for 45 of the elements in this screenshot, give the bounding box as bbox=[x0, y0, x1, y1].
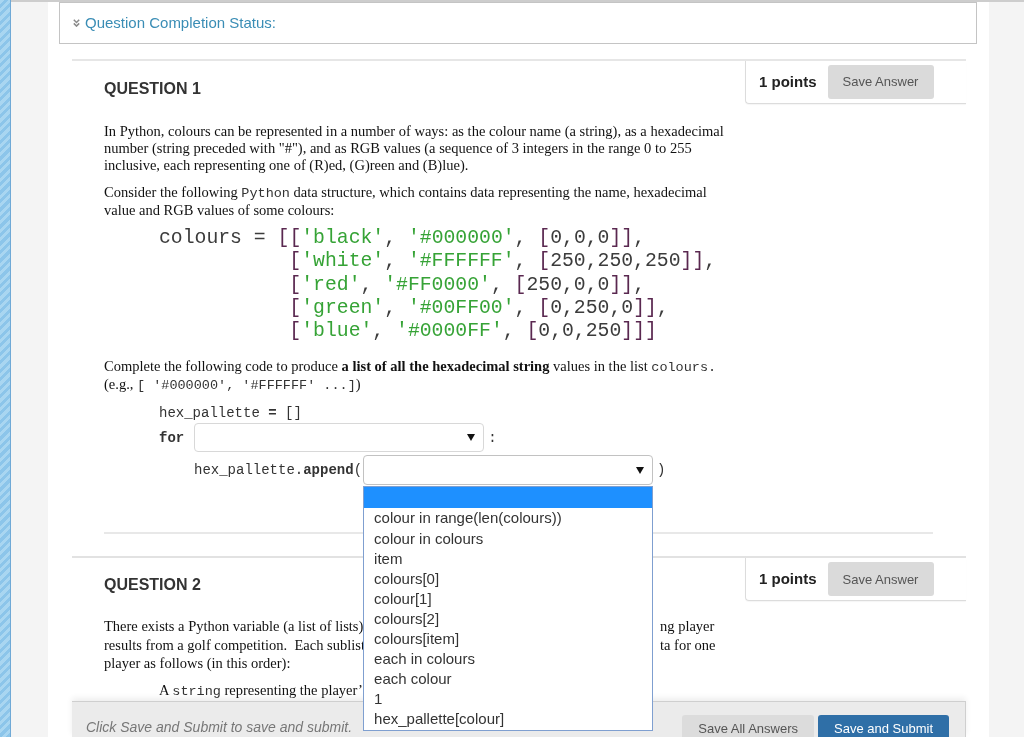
dropdown-option[interactable]: colour in range(len(colours)) bbox=[364, 508, 653, 529]
code-line: ['white', '#FFFFFF', [250,250,250]], bbox=[289, 250, 717, 274]
question-title: QUESTION 1 bbox=[104, 79, 201, 99]
save-answer-button[interactable]: Save Answer bbox=[827, 562, 934, 597]
dropdown-option[interactable]: colours[2] bbox=[364, 608, 653, 630]
footer-button[interactable]: Save and Submit bbox=[818, 715, 949, 737]
question-text: Consider the following Python data structure, which contains data representing the name, hexadecimal value and RGB values of some colours: bbox=[104, 184, 708, 219]
completion-status-link[interactable]: Question Completion Status: bbox=[85, 14, 276, 32]
caret-icon bbox=[467, 434, 476, 442]
dropdown-option[interactable]: colour in colours bbox=[364, 528, 653, 549]
select-field[interactable] bbox=[363, 455, 654, 486]
points-label: 1 points bbox=[759, 73, 817, 91]
question-title: QUESTION 2 bbox=[104, 575, 201, 596]
caret-icon bbox=[636, 467, 645, 474]
dropdown-option[interactable]: each in colours bbox=[364, 649, 653, 670]
question-text: player as follows (in this order): bbox=[104, 654, 291, 673]
question-text: There exists a Python variable (a list of lists) bbox=[104, 617, 364, 636]
dropdown-option[interactable]: hex_pallette[colour] bbox=[364, 709, 653, 730]
question-text: ta for one bbox=[660, 636, 716, 655]
dropdown-option[interactable]: colour[1] bbox=[364, 588, 653, 609]
dropdown-option[interactable]: colours[0] bbox=[364, 568, 653, 589]
question-text: ng player bbox=[660, 617, 715, 636]
dropdown-option[interactable]: colours[item] bbox=[364, 629, 653, 650]
code-text: : bbox=[488, 429, 497, 448]
highlighted-blank-option[interactable] bbox=[364, 487, 653, 509]
code-line: ['red', '#FF0000', [250,0,0]], bbox=[289, 273, 645, 297]
question-text: Complete the following code to produce a list of all the hexadecimal string values in the list colours. (e.g., [ '#000000', '#FFFFFF' ...]) bbox=[104, 358, 718, 395]
question-text: A string representing the player’ bbox=[159, 681, 363, 701]
footer-hint: Click Save and Submit to save and submit. bbox=[86, 718, 353, 736]
footer-button[interactable]: Save All Answers bbox=[682, 715, 814, 737]
code-text: for bbox=[159, 429, 185, 448]
code-line: ['blue', '#0000FF', [0,0,250]]] bbox=[289, 320, 657, 344]
dropdown-option[interactable]: 1 bbox=[364, 689, 653, 710]
code-line: colours = [['black', '#000000', [0,0,0]], bbox=[159, 227, 646, 251]
code-text: ) bbox=[657, 461, 666, 481]
question-text: In Python, colours can be represented in a number of ways: as the colour name (a string), as a hexadecimal number (string preceded with "#"), and as RGB values (a sequence of 3 integers in the range 0 to 255 inclusive, each representing one of (R)ed, (G)reen and (B)lue). bbox=[104, 123, 725, 174]
code-line: ['green', '#00FF00', [0,250,0]], bbox=[289, 296, 669, 321]
code-text: hex_pallette = [] bbox=[159, 404, 302, 424]
question-text: results from a golf competition. Each sublist bbox=[104, 636, 365, 655]
select-field[interactable] bbox=[194, 423, 485, 453]
dropdown-option[interactable]: each colour bbox=[364, 669, 653, 690]
dropdown-option[interactable]: item bbox=[364, 548, 653, 569]
save-answer-button[interactable]: Save Answer bbox=[827, 65, 934, 99]
points-label: 1 points bbox=[759, 570, 817, 589]
code-text: hex_pallette.append( bbox=[194, 461, 363, 481]
